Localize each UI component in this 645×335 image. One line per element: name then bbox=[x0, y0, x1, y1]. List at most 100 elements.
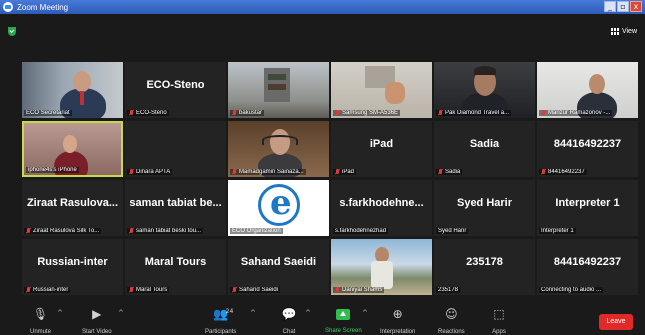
video-options-chevron-icon[interactable]: ^ bbox=[118, 309, 124, 317]
mic-muted-icon bbox=[129, 287, 134, 293]
chat-button[interactable]: 💬 Chat bbox=[280, 307, 298, 335]
apps-button[interactable]: ⬚ Apps bbox=[490, 307, 508, 335]
share-chevron-icon[interactable]: ^ bbox=[362, 309, 368, 317]
participant-tile[interactable]: Sadia Sadia bbox=[434, 121, 535, 177]
mic-muted-icon bbox=[438, 110, 443, 116]
participant-name: Samsung SM-A536E bbox=[333, 110, 401, 116]
participant-display-name: Ziraat Rasulova... bbox=[26, 197, 119, 209]
participant-tile[interactable]: 84416492237 84416492237 bbox=[537, 121, 638, 177]
participant-display-name: 235178 bbox=[466, 256, 503, 268]
participant-tile[interactable]: ECO-Steno ECO-Steno bbox=[125, 62, 226, 118]
leave-button[interactable]: Leave bbox=[599, 314, 633, 330]
participant-display-name: 84416492237 bbox=[553, 138, 622, 150]
participant-display-name: s.farkhodehne... bbox=[339, 197, 424, 209]
mic-muted-icon bbox=[335, 169, 340, 175]
participant-display-name: saman tabiat be... bbox=[129, 197, 222, 209]
participant-display-name: Syed Harir bbox=[456, 197, 513, 209]
participant-tile[interactable]: Sahand Saeidi Sahand Saeidi bbox=[228, 239, 329, 295]
view-button[interactable]: View bbox=[610, 28, 637, 35]
participant-display-name: Russian-inter bbox=[37, 256, 108, 268]
reactions-button[interactable]: ☺ Reactions bbox=[438, 307, 465, 335]
view-label: View bbox=[621, 28, 637, 35]
participant-tile[interactable]: s.farkhodehne... s.farkhodehnezhad bbox=[331, 180, 432, 236]
participant-display-name: Sadia bbox=[469, 138, 500, 150]
close-button[interactable]: x bbox=[630, 1, 642, 12]
start-video-button[interactable]: ▶ Start Video bbox=[82, 307, 112, 335]
grid-view-icon bbox=[610, 28, 619, 35]
participant-tile[interactable]: Samsung SM-A536E bbox=[331, 62, 432, 118]
participant-name: Ziraat Rasulova Silk To... bbox=[24, 228, 102, 234]
minimize-button[interactable]: _ bbox=[604, 1, 616, 12]
chat-chevron-icon[interactable]: ^ bbox=[305, 309, 311, 317]
participant-name: Connecting to audio ... bbox=[539, 287, 604, 293]
mic-muted-icon bbox=[26, 287, 31, 293]
zoom-logo-icon bbox=[3, 2, 13, 12]
participant-tile[interactable]: Maral Tours Maral Tours bbox=[125, 239, 226, 295]
participant-name: Pak Diamond Travel a... bbox=[436, 110, 512, 116]
participant-name: ECO Organization bbox=[230, 228, 283, 234]
mic-muted-icon bbox=[541, 110, 546, 116]
participant-name: Sahand Saeidi bbox=[230, 287, 281, 293]
interpretation-button[interactable]: ⊕ Interpretation bbox=[380, 307, 415, 335]
mic-muted-icon bbox=[541, 169, 546, 175]
participant-name: Maral Tours bbox=[127, 287, 170, 293]
mic-muted-icon bbox=[129, 228, 134, 234]
participant-name: Sadia bbox=[436, 169, 463, 175]
apps-icon: ⬚ bbox=[493, 307, 505, 321]
participant-tile[interactable]: ECO Organization bbox=[228, 180, 329, 236]
unmute-button[interactable]: 🎙 Unmute bbox=[30, 307, 51, 335]
active-speaker-tile[interactable]: iphone4s's iPhone bbox=[22, 121, 123, 177]
participant-name: Daniyal Shams bbox=[333, 287, 385, 293]
meeting-toolbar: 🎙 Unmute ^ ▶ Start Video ^ 👥 24 Participa… bbox=[0, 305, 645, 335]
eco-logo-icon bbox=[258, 183, 300, 226]
participant-tile[interactable]: ECO Secretariat bbox=[22, 62, 123, 118]
participant-display-name: iPad bbox=[369, 138, 394, 150]
participant-display-name: 84416492237 bbox=[553, 256, 622, 268]
mic-muted-icon bbox=[129, 110, 134, 116]
window-titlebar: Zoom Meeting _ ▫ x bbox=[0, 0, 645, 14]
participant-name: iPad bbox=[333, 169, 357, 175]
mic-muted-icon bbox=[438, 169, 443, 175]
participant-name: Syed Harir bbox=[436, 228, 469, 234]
participant-tile[interactable]: 84416492237 Connecting to audio ... bbox=[537, 239, 638, 295]
mic-muted-icon bbox=[232, 110, 237, 116]
participant-tile[interactable]: Mamadgamin Sainaza... bbox=[228, 121, 329, 177]
participant-tile[interactable]: Manzur Ramazonov -... bbox=[537, 62, 638, 118]
participant-name: s.farkhodehnezhad bbox=[333, 228, 389, 234]
participants-button[interactable]: 👥 24 Participants bbox=[205, 307, 236, 335]
maximize-button[interactable]: ▫ bbox=[617, 1, 629, 12]
participants-icon: 👥 24 bbox=[213, 307, 234, 321]
participant-tile[interactable]: iPad iPad bbox=[331, 121, 432, 177]
video-gallery: ECO Secretariat ECO-Steno ECO-Steno baku… bbox=[22, 62, 638, 300]
participant-tile[interactable]: Pak Diamond Travel a... bbox=[434, 62, 535, 118]
participant-tile[interactable]: Syed Harir Syed Harir bbox=[434, 180, 535, 236]
participant-tile[interactable]: Interpreter 1 Interpreter 1 bbox=[537, 180, 638, 236]
participant-tile[interactable]: Daniyal Shams bbox=[331, 239, 432, 295]
audio-options-chevron-icon[interactable]: ^ bbox=[57, 309, 63, 317]
participant-tile[interactable]: saman tabiat be... saman tabiat beski to… bbox=[125, 180, 226, 236]
video-off-icon: ▶ bbox=[92, 307, 102, 321]
security-shield-icon[interactable] bbox=[8, 27, 16, 36]
participant-tile[interactable]: Dinara APTA bbox=[125, 121, 226, 177]
participant-tile[interactable]: Russian-inter Russian-inter bbox=[22, 239, 123, 295]
window-title: Zoom Meeting bbox=[17, 2, 69, 12]
participant-tile[interactable]: bakustar bbox=[228, 62, 329, 118]
mic-muted-icon bbox=[232, 287, 237, 293]
participants-chevron-icon[interactable]: ^ bbox=[250, 309, 256, 317]
participant-display-name: Sahand Saeidi bbox=[240, 256, 317, 268]
globe-icon: ⊕ bbox=[392, 307, 403, 321]
share-screen-button[interactable]: Share Screen bbox=[325, 307, 362, 334]
participant-tile[interactable]: 235178 235178 bbox=[434, 239, 535, 295]
participant-name: Mamadgamin Sainaza... bbox=[230, 169, 306, 175]
participant-tile[interactable]: Ziraat Rasulova... Ziraat Rasulova Silk … bbox=[22, 180, 123, 236]
participant-name: Interpreter 1 bbox=[539, 228, 576, 234]
mic-muted-icon bbox=[335, 110, 340, 116]
mic-muted-icon bbox=[335, 287, 340, 293]
share-screen-icon bbox=[336, 309, 351, 320]
participant-name: 84416492237 bbox=[539, 169, 587, 175]
mic-muted-icon bbox=[232, 169, 237, 175]
participant-name: saman tabiat beski tou... bbox=[127, 228, 204, 234]
participant-name: ECO-Steno bbox=[127, 110, 169, 116]
participant-display-name: ECO-Steno bbox=[146, 79, 205, 91]
participant-display-name: Interpreter 1 bbox=[555, 197, 620, 209]
